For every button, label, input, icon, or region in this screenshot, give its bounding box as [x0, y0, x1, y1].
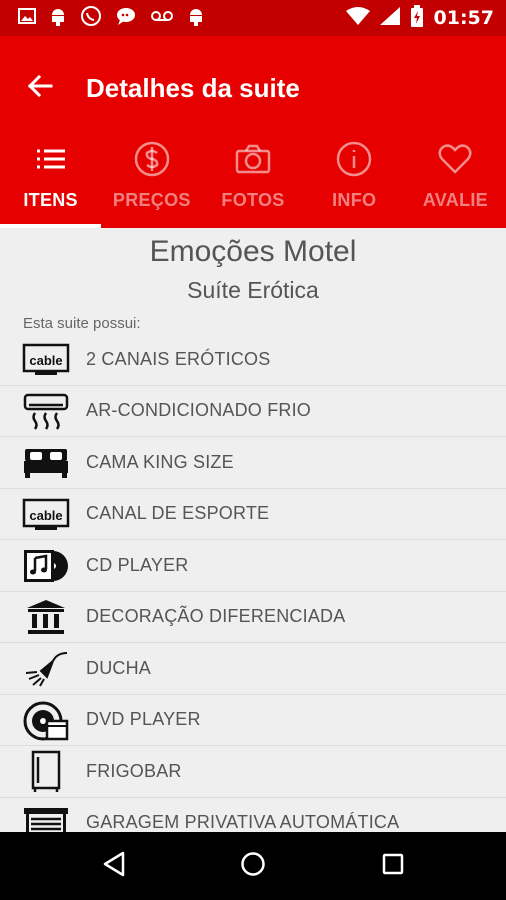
svg-text:cable: cable: [29, 508, 62, 523]
tab-fotos[interactable]: FOTOS: [202, 140, 303, 228]
amenity-item: AR-CONDICIONADO FRIO: [0, 386, 506, 437]
system-indicators: 01:57: [345, 0, 494, 36]
amenity-item: DUCHA: [0, 643, 506, 695]
nav-home-button[interactable]: [235, 848, 271, 884]
heart-icon: [438, 142, 472, 176]
bed-icon: [22, 445, 70, 481]
wifi-icon: [345, 6, 370, 30]
amenity-label: 2 CANAIS ERÓTICOS: [86, 348, 271, 369]
triangle-back-icon: [102, 851, 126, 882]
amenity-item: DVD PLAYER: [0, 695, 506, 746]
air-conditioner-icon: [22, 393, 70, 430]
amenity-item: cable CANAL DE ESPORTE: [0, 489, 506, 540]
voicemail-icon: [150, 9, 174, 28]
tab-label: AVALIE: [422, 190, 488, 210]
image-icon: [18, 7, 36, 30]
amenity-label: GARAGEM PRIVATIVA AUTOMÁTICA: [86, 812, 400, 832]
amenity-item: FRIGOBAR: [0, 746, 506, 798]
amenity-label: FRIGOBAR: [86, 760, 182, 781]
status-bar: 01:57: [0, 0, 506, 36]
tab-label: PREÇOS: [112, 190, 191, 210]
battery-charging-icon: [410, 4, 424, 32]
amenity-item: DECORAÇÃO DIFERENCIADA: [0, 592, 506, 643]
dvd-icon: [22, 701, 70, 740]
amenity-label: AR-CONDICIONADO FRIO: [86, 400, 312, 421]
chat-icon: [115, 6, 137, 31]
arrow-back-icon: [27, 73, 53, 104]
svg-text:cable: cable: [29, 353, 62, 368]
amenity-label: DECORAÇÃO DIFERENCIADA: [86, 606, 346, 627]
info-icon: [336, 141, 372, 177]
navigation-bar: [0, 832, 506, 900]
shower-icon: [22, 651, 70, 687]
tab-avalie[interactable]: AVALIE: [405, 140, 506, 228]
tab-itens[interactable]: ITENS: [0, 140, 102, 228]
tab-info[interactable]: INFO: [304, 140, 405, 228]
motel-name: Emoções Motel: [149, 235, 357, 268]
tab-label: FOTOS: [221, 190, 285, 210]
amenity-label: CAMA KING SIZE: [86, 451, 234, 472]
clock: 01:57: [433, 7, 494, 29]
tab-bar: ITENS PREÇOS FOTOS INFO AVALIE: [0, 140, 506, 228]
garage-icon: [22, 806, 70, 832]
suite-details[interactable]: Emoções Motel Suíte Erótica Esta suite p…: [0, 228, 506, 832]
android-icon: [187, 6, 205, 31]
amenity-item: GARAGEM PRIVATIVA AUTOMÁTICA: [0, 798, 506, 832]
amenity-label: CANAL DE ESPORTE: [86, 503, 270, 524]
building-columns-icon: [22, 599, 70, 636]
notification-icons: [0, 5, 205, 32]
nav-recents-button[interactable]: [375, 848, 411, 884]
nav-back-button[interactable]: [96, 848, 132, 884]
amenity-item: CAMA KING SIZE: [0, 437, 506, 489]
cd-music-icon: [22, 548, 70, 584]
minibar-icon: [22, 750, 70, 792]
app-bar: Detalhes da suite: [0, 36, 506, 140]
cable-tv-icon: cable: [22, 342, 70, 378]
android-icon: [49, 6, 67, 31]
whatsapp-icon: [80, 5, 102, 32]
tab-label: ITENS: [23, 190, 78, 210]
amenities-intro: Esta suite possui:: [23, 315, 141, 332]
amenity-label: DVD PLAYER: [86, 709, 201, 730]
amenity-label: CD PLAYER: [86, 554, 189, 575]
suite-name: Suíte Erótica: [187, 277, 319, 303]
square-recents-icon: [381, 852, 405, 881]
cell-signal-icon: [379, 6, 400, 30]
back-button[interactable]: [24, 72, 56, 104]
list-icon: [36, 142, 66, 176]
cable-tv-icon: cable: [22, 497, 70, 533]
tab-precos[interactable]: PREÇOS: [101, 140, 202, 228]
circle-home-icon: [240, 851, 266, 882]
tab-label: INFO: [332, 190, 377, 210]
camera-icon: [235, 142, 271, 176]
dollar-icon: [134, 141, 170, 177]
amenity-item: cable 2 CANAIS ERÓTICOS: [0, 334, 506, 386]
amenity-item: CD PLAYER: [0, 540, 506, 592]
amenity-label: DUCHA: [86, 657, 152, 678]
page-title: Detalhes da suite: [86, 73, 300, 103]
